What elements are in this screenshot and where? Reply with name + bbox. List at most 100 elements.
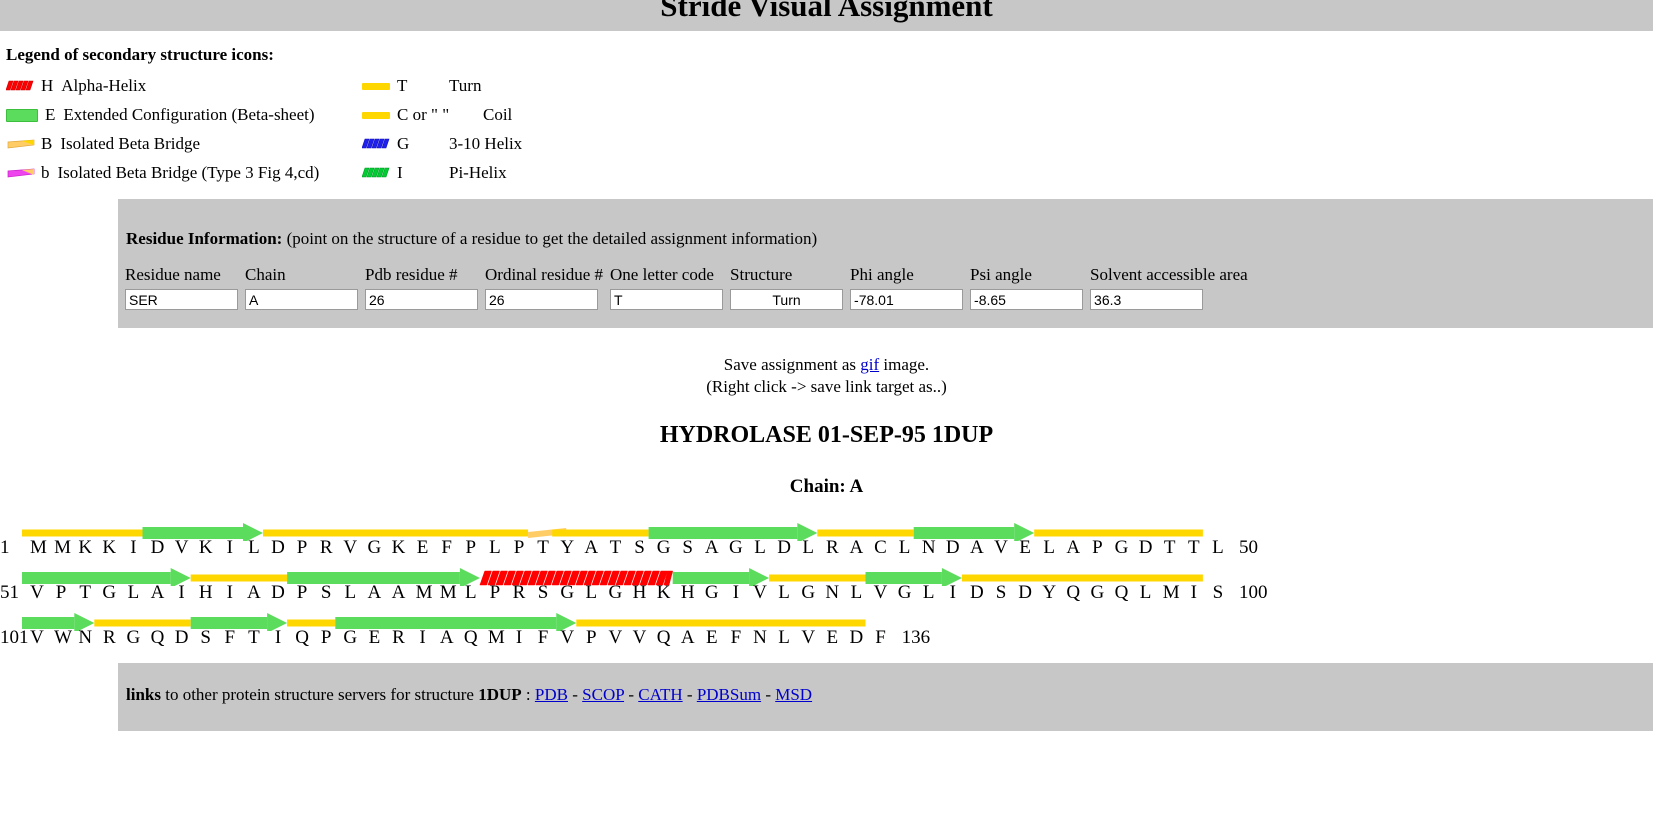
residue-letter[interactable]: G <box>898 582 912 604</box>
save-gif-link[interactable]: gif <box>860 355 879 374</box>
residue-letter[interactable]: A <box>1066 537 1080 559</box>
residue-letter[interactable]: W <box>54 627 72 649</box>
residue-letter[interactable]: Q <box>1066 582 1080 604</box>
residue-letter[interactable]: F <box>223 627 237 649</box>
residue-letter[interactable]: H <box>681 582 695 604</box>
residue-letter[interactable]: G <box>705 582 719 604</box>
residue-letter[interactable]: G <box>657 537 671 559</box>
ordinal-residue-number-field[interactable]: 26 <box>485 289 598 310</box>
residue-letter[interactable]: N <box>825 582 839 604</box>
footer-link-cath[interactable]: CATH <box>638 685 682 704</box>
residue-letter[interactable]: I <box>271 627 285 649</box>
residue-letter[interactable]: V <box>633 627 647 649</box>
residue-letter[interactable]: I <box>512 627 526 649</box>
one-letter-code-field[interactable]: T <box>610 289 724 310</box>
residue-letter[interactable]: R <box>512 582 526 604</box>
residue-letter[interactable]: G <box>343 627 357 649</box>
residue-letter[interactable]: L <box>584 582 598 604</box>
residue-letter[interactable]: A <box>247 582 261 604</box>
pdb-residue-number-field[interactable]: 26 <box>365 289 478 310</box>
residue-letter[interactable]: T <box>247 627 261 649</box>
residue-letter[interactable]: R <box>102 627 116 649</box>
residue-letter[interactable]: S <box>319 582 333 604</box>
structure-field[interactable]: Turn <box>730 289 844 310</box>
residue-letter[interactable]: V <box>994 537 1008 559</box>
residue-letter[interactable]: V <box>175 537 189 559</box>
residue-letter[interactable]: M <box>488 627 505 649</box>
residue-letter[interactable]: R <box>825 537 839 559</box>
residue-letter[interactable]: A <box>681 627 695 649</box>
residue-letter[interactable]: T <box>1163 537 1177 559</box>
residue-letter[interactable]: M <box>1163 582 1180 604</box>
solvent-accessible-area-field[interactable]: 36.3 <box>1090 289 1204 310</box>
residue-letter[interactable]: V <box>753 582 767 604</box>
residue-letter[interactable]: K <box>199 537 213 559</box>
residue-letter[interactable]: Q <box>464 627 478 649</box>
footer-link-scop[interactable]: SCOP <box>582 685 624 704</box>
residue-letter[interactable]: L <box>343 582 357 604</box>
residue-letter[interactable]: P <box>319 627 333 649</box>
residue-letter[interactable]: I <box>946 582 960 604</box>
residue-letter[interactable]: P <box>295 537 309 559</box>
residue-letter[interactable]: I <box>175 582 189 604</box>
residue-letter[interactable]: T <box>1187 537 1201 559</box>
residue-letter[interactable]: E <box>705 627 719 649</box>
residue-letter[interactable]: R <box>319 537 333 559</box>
residue-letter[interactable]: T <box>536 537 550 559</box>
residue-letter[interactable]: Q <box>1115 582 1129 604</box>
residue-letter[interactable]: T <box>608 537 622 559</box>
residue-letter[interactable]: K <box>657 582 671 604</box>
residue-letter[interactable]: A <box>970 537 984 559</box>
residue-letter[interactable]: F <box>729 627 743 649</box>
residue-letter[interactable]: S <box>1211 582 1225 604</box>
residue-letter[interactable]: L <box>464 582 478 604</box>
residue-letter[interactable]: A <box>705 537 719 559</box>
residue-letter[interactable]: I <box>1187 582 1201 604</box>
residue-letter[interactable]: A <box>584 537 598 559</box>
residue-letter[interactable]: D <box>849 627 864 649</box>
residue-letter[interactable]: V <box>874 582 888 604</box>
residue-letter[interactable]: P <box>295 582 309 604</box>
residue-letter[interactable]: F <box>536 627 550 649</box>
residue-letter[interactable]: D <box>1018 582 1032 604</box>
residue-letter[interactable]: Q <box>295 627 309 649</box>
residue-name-field[interactable]: SER <box>125 289 238 310</box>
residue-letter[interactable]: P <box>512 537 526 559</box>
residue-letter[interactable]: L <box>849 582 863 604</box>
residue-letter[interactable]: G <box>729 537 743 559</box>
residue-letter[interactable]: C <box>874 537 888 559</box>
residue-letter[interactable]: I <box>126 537 140 559</box>
residue-letter[interactable]: N <box>922 537 936 559</box>
residue-letter[interactable]: Q <box>151 627 165 649</box>
residue-letter[interactable]: L <box>247 537 261 559</box>
residue-letter[interactable]: G <box>1090 582 1105 604</box>
residue-letter[interactable]: D <box>777 537 791 559</box>
footer-link-pdb[interactable]: PDB <box>535 685 568 704</box>
residue-letter[interactable]: V <box>30 627 44 649</box>
phi-angle-field[interactable]: -78.01 <box>850 289 964 310</box>
residue-letter[interactable]: L <box>922 582 936 604</box>
residue-letter[interactable]: I <box>223 582 237 604</box>
residue-letter[interactable]: R <box>392 627 406 649</box>
residue-letter[interactable]: P <box>584 627 598 649</box>
residue-letter[interactable]: M <box>54 537 71 559</box>
footer-link-pdbsum[interactable]: PDBSum <box>697 685 761 704</box>
residue-letter[interactable]: P <box>464 537 478 559</box>
residue-letter[interactable]: D <box>946 537 960 559</box>
residue-letter[interactable]: N <box>753 627 767 649</box>
residue-letter[interactable]: D <box>970 582 984 604</box>
residue-letter[interactable]: V <box>608 627 623 649</box>
residue-letter[interactable]: E <box>367 627 381 649</box>
residue-letter[interactable]: A <box>367 582 382 604</box>
residue-letter[interactable]: H <box>199 582 213 604</box>
footer-link-msd[interactable]: MSD <box>775 685 812 704</box>
residue-letter[interactable]: A <box>392 582 406 604</box>
residue-letter[interactable]: M <box>440 582 457 604</box>
residue-letter[interactable]: L <box>777 582 791 604</box>
residue-letter[interactable]: M <box>30 537 47 559</box>
residue-letter[interactable]: D <box>271 537 285 559</box>
residue-letter[interactable]: I <box>416 627 430 649</box>
chain-field[interactable]: A <box>245 289 358 310</box>
residue-letter[interactable]: F <box>440 537 454 559</box>
residue-letter[interactable]: I <box>223 537 237 559</box>
